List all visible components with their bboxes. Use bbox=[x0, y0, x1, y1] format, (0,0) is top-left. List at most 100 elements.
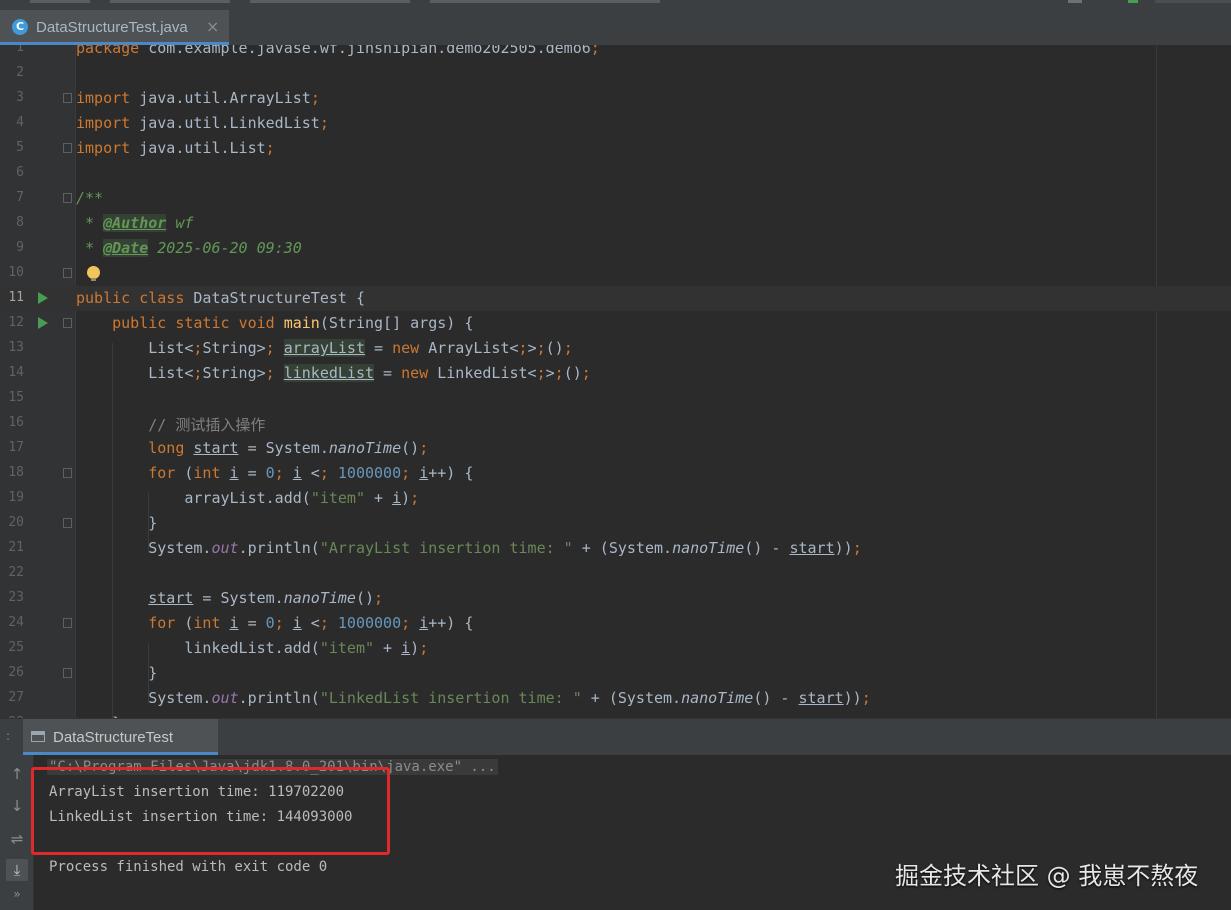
fold-marker-icon[interactable] bbox=[63, 318, 72, 328]
soft-wrap-icon[interactable]: ⇌ bbox=[6, 828, 28, 850]
fold-marker-icon[interactable] bbox=[63, 193, 72, 203]
code-text: /** bbox=[76, 189, 104, 207]
breadcrumb-item[interactable] bbox=[430, 0, 660, 3]
code-line[interactable]: 25 linkedList.add("item" + i); bbox=[0, 636, 1231, 661]
breadcrumb-item[interactable] bbox=[30, 0, 90, 3]
code-line[interactable]: 2 bbox=[0, 61, 1231, 86]
line-number: 3 bbox=[16, 90, 24, 105]
code-line[interactable]: 1 package com.example.javase.wf.jinshipia… bbox=[0, 45, 1231, 61]
code-line[interactable]: 13 List<;String>; arrayList = new ArrayL… bbox=[0, 336, 1231, 361]
code-line[interactable]: 28 } bbox=[0, 711, 1231, 718]
code-text: for (int i = 0; i <; 1000000; i++) { bbox=[148, 614, 474, 632]
fold-marker-icon[interactable] bbox=[63, 468, 72, 478]
code-text: for (int i = 0; i <; 1000000; i++) { bbox=[148, 464, 474, 482]
code-line[interactable]: 8 * @Author wf bbox=[0, 211, 1231, 236]
line-number: 9 bbox=[16, 240, 24, 255]
breadcrumb-item[interactable] bbox=[110, 0, 230, 3]
scroll-to-end-icon[interactable]: ⤓ bbox=[6, 859, 28, 881]
tab-datastructuretest-java[interactable]: C DataStructureTest.java × bbox=[0, 10, 229, 45]
code-text: long start = System.nanoTime(); bbox=[148, 439, 429, 457]
line-number: 15 bbox=[8, 390, 24, 405]
search-field[interactable] bbox=[1155, 0, 1231, 3]
code-text: package com.example.javase.wf.jinshipian… bbox=[76, 45, 600, 57]
more-icon[interactable]: » bbox=[6, 883, 28, 905]
code-line[interactable]: 24 for (int i = 0; i <; 1000000; i++) { bbox=[0, 611, 1231, 636]
up-arrow-icon[interactable]: ↑ bbox=[6, 763, 28, 785]
java-class-icon: C bbox=[12, 19, 28, 35]
line-number: 6 bbox=[16, 165, 24, 180]
fold-marker-icon[interactable] bbox=[63, 518, 72, 528]
code-line[interactable]: 7 /** bbox=[0, 186, 1231, 211]
line-number: 12 bbox=[8, 315, 24, 330]
line-number: 26 bbox=[8, 665, 24, 680]
breadcrumb-item[interactable] bbox=[250, 0, 410, 3]
pin-icon[interactable]: : bbox=[6, 729, 10, 743]
line-number: 2 bbox=[16, 65, 24, 80]
line-number: 23 bbox=[8, 590, 24, 605]
fold-marker-icon[interactable] bbox=[63, 618, 72, 628]
fold-marker-icon[interactable] bbox=[63, 668, 72, 678]
code-text: import java.util.ArrayList; bbox=[76, 89, 320, 107]
code-text: import java.util.LinkedList; bbox=[76, 114, 329, 132]
lightbulb-icon[interactable] bbox=[87, 266, 100, 281]
line-number: 17 bbox=[8, 440, 24, 455]
line-number: 13 bbox=[8, 340, 24, 355]
code-editor[interactable]: 1 package com.example.javase.wf.jinshipia… bbox=[0, 45, 1231, 718]
line-number: 22 bbox=[8, 565, 24, 580]
code-line[interactable]: 21 System.out.println("ArrayList inserti… bbox=[0, 536, 1231, 561]
run-icon[interactable] bbox=[1128, 0, 1138, 3]
code-text: arrayList.add("item" + i); bbox=[76, 489, 420, 507]
fold-marker-icon[interactable] bbox=[63, 268, 72, 278]
code-line[interactable]: 3 import java.util.ArrayList; bbox=[0, 86, 1231, 111]
code-text: public class DataStructureTest { bbox=[76, 289, 365, 307]
code-line[interactable]: 14 List<;String>; linkedList = new Linke… bbox=[0, 361, 1231, 386]
tab-run-datastructuretest[interactable]: DataStructureTest bbox=[23, 719, 218, 755]
code-line[interactable]: 26 } bbox=[0, 661, 1231, 686]
code-text: * @Author wf bbox=[76, 214, 194, 232]
line-number: 19 bbox=[8, 490, 24, 505]
code-text: List<;String>; arrayList = new ArrayList… bbox=[76, 339, 573, 357]
line-number: 10 bbox=[8, 265, 24, 280]
code-line[interactable]: 11 public class DataStructureTest { bbox=[0, 286, 1231, 311]
console-line: Process finished with exit code 0 bbox=[49, 859, 328, 875]
highlight-annotation-box bbox=[31, 767, 390, 855]
code-text: linkedList.add("item" + i); bbox=[76, 639, 429, 657]
line-number: 16 bbox=[8, 415, 24, 430]
close-icon[interactable]: × bbox=[206, 17, 219, 36]
fold-marker-icon[interactable] bbox=[63, 143, 72, 153]
code-text: public static void main(String[] args) { bbox=[112, 314, 474, 332]
code-line[interactable]: 18 for (int i = 0; i <; 1000000; i++) { bbox=[0, 461, 1231, 486]
code-line[interactable]: 17 long start = System.nanoTime(); bbox=[0, 436, 1231, 461]
down-arrow-icon[interactable]: ↓ bbox=[6, 795, 28, 817]
line-number: 14 bbox=[8, 365, 24, 380]
code-line[interactable]: 4 import java.util.LinkedList; bbox=[0, 111, 1231, 136]
run-tab-label: DataStructureTest bbox=[53, 729, 174, 746]
code-line[interactable]: 15 bbox=[0, 386, 1231, 411]
code-line[interactable]: 27 System.out.println("LinkedList insert… bbox=[0, 686, 1231, 711]
toolbar-icon[interactable] bbox=[1068, 0, 1082, 3]
code-line[interactable]: 19 arrayList.add("item" + i); bbox=[0, 486, 1231, 511]
line-number: 27 bbox=[8, 690, 24, 705]
code-line[interactable]: 22 bbox=[0, 561, 1231, 586]
line-number: 5 bbox=[16, 140, 24, 155]
tab-label: DataStructureTest.java bbox=[36, 19, 188, 36]
code-text: * @Date 2025-06-20 09:30 bbox=[76, 239, 302, 257]
code-line[interactable]: 23 start = System.nanoTime(); bbox=[0, 586, 1231, 611]
code-line[interactable]: 16 // 测试插入操作 bbox=[0, 411, 1231, 436]
line-number: 20 bbox=[8, 515, 24, 530]
run-panel-header: : DataStructureTest bbox=[0, 718, 1231, 755]
fold-marker-icon[interactable] bbox=[63, 93, 72, 103]
run-gutter-icon[interactable] bbox=[38, 292, 48, 304]
code-line[interactable]: 10 bbox=[0, 261, 1231, 286]
code-text: System.out.println("LinkedList insertion… bbox=[76, 689, 871, 707]
watermark: 掘金技术社区 @ 我崽不熬夜 bbox=[895, 862, 1199, 890]
navigation-bar bbox=[0, 0, 1231, 10]
code-text: } bbox=[76, 514, 158, 532]
run-gutter-icon[interactable] bbox=[38, 317, 48, 329]
code-line[interactable]: 5 import java.util.List; bbox=[0, 136, 1231, 161]
code-line[interactable]: 9 * @Date 2025-06-20 09:30 bbox=[0, 236, 1231, 261]
code-line[interactable]: 20 } bbox=[0, 511, 1231, 536]
code-text: start = System.nanoTime(); bbox=[148, 589, 384, 607]
code-line[interactable]: 6 bbox=[0, 161, 1231, 186]
code-line[interactable]: 12 public static void main(String[] args… bbox=[0, 311, 1231, 336]
